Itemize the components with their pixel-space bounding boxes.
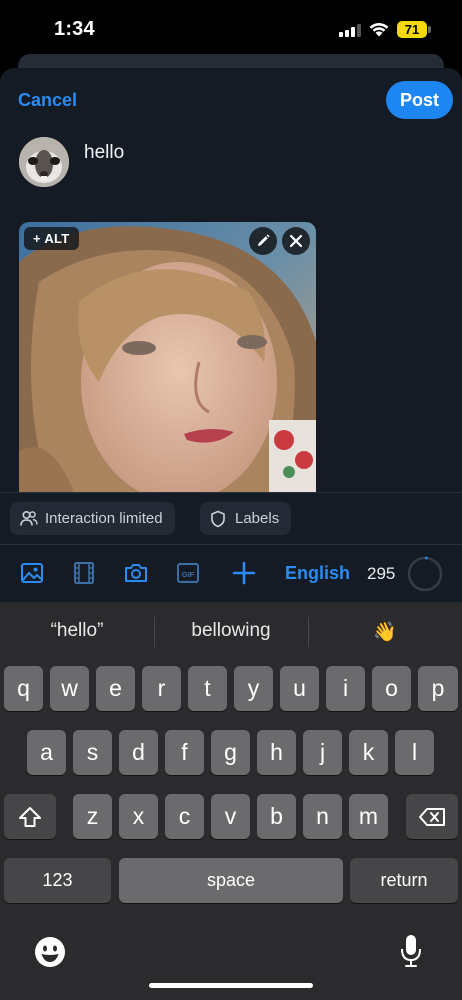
key-i[interactable]: i — [326, 666, 365, 711]
key-l[interactable]: l — [395, 730, 434, 775]
svg-text:GIF: GIF — [182, 570, 195, 579]
battery-level: 71 — [397, 21, 427, 38]
progress-ring-icon — [407, 556, 443, 592]
signal-icon — [339, 24, 361, 37]
key-m[interactable]: m — [349, 794, 388, 839]
post-text-input[interactable]: hello — [84, 142, 124, 164]
key-w[interactable]: w — [50, 666, 89, 711]
suggestion-1[interactable]: “hello” — [0, 620, 154, 642]
key-y[interactable]: y — [234, 666, 273, 711]
emoji-icon[interactable] — [34, 936, 66, 968]
key-h[interactable]: h — [257, 730, 296, 775]
add-alt-text-button[interactable]: + ALT — [24, 227, 79, 250]
backspace-icon — [419, 808, 445, 826]
key-g[interactable]: g — [211, 730, 250, 775]
key-k[interactable]: k — [349, 730, 388, 775]
key-q[interactable]: q — [4, 666, 43, 711]
status-bar: 1:34 71 — [0, 0, 462, 58]
video-icon[interactable] — [72, 561, 96, 585]
delete-key[interactable] — [406, 794, 458, 839]
avatar — [19, 137, 69, 187]
suggestion-2[interactable]: bellowing — [154, 620, 308, 642]
gif-icon[interactable]: GIF — [176, 561, 200, 585]
key-d[interactable]: d — [119, 730, 158, 775]
key-r[interactable]: r — [142, 666, 181, 711]
key-n[interactable]: n — [303, 794, 342, 839]
image-icon[interactable] — [20, 561, 44, 585]
shift-icon — [19, 807, 41, 827]
interaction-limited-button[interactable]: Interaction limited — [10, 502, 175, 535]
remove-image-button[interactable] — [282, 227, 310, 255]
camera-icon[interactable] — [124, 561, 148, 585]
status-time: 1:34 — [54, 18, 95, 40]
key-u[interactable]: u — [280, 666, 319, 711]
people-icon — [20, 510, 38, 526]
key-x[interactable]: x — [119, 794, 158, 839]
numbers-key[interactable]: 123 — [4, 858, 111, 903]
key-c[interactable]: c — [165, 794, 204, 839]
divider — [0, 492, 462, 493]
microphone-icon[interactable] — [400, 934, 422, 968]
divider — [0, 544, 462, 545]
battery-icon: 71 — [397, 21, 431, 38]
character-count: 295 — [367, 564, 396, 583]
key-j[interactable]: j — [303, 730, 342, 775]
key-f[interactable]: f — [165, 730, 204, 775]
key-a[interactable]: a — [27, 730, 66, 775]
key-e[interactable]: e — [96, 666, 135, 711]
edit-image-button[interactable] — [249, 227, 277, 255]
home-indicator — [149, 983, 313, 988]
key-t[interactable]: t — [188, 666, 227, 711]
plus-icon[interactable] — [232, 561, 256, 585]
wifi-icon — [369, 23, 389, 37]
close-icon — [289, 234, 303, 248]
suggestion-3[interactable]: 👋 — [308, 620, 462, 644]
key-o[interactable]: o — [372, 666, 411, 711]
key-p[interactable]: p — [418, 666, 458, 711]
shield-icon — [211, 510, 225, 528]
post-button[interactable]: Post — [386, 81, 453, 119]
cancel-button[interactable]: Cancel — [18, 90, 77, 111]
language-selector[interactable]: English — [285, 563, 350, 584]
interaction-limited-label: Interaction limited — [45, 510, 163, 527]
return-key[interactable]: return — [350, 858, 458, 903]
labels-button[interactable]: Labels — [200, 502, 292, 535]
key-s[interactable]: s — [73, 730, 112, 775]
attached-image[interactable] — [19, 222, 316, 492]
pencil-icon — [258, 234, 270, 246]
key-v[interactable]: v — [211, 794, 250, 839]
key-z[interactable]: z — [73, 794, 112, 839]
space-key[interactable]: space — [119, 858, 343, 903]
key-b[interactable]: b — [257, 794, 296, 839]
shift-key[interactable] — [4, 794, 56, 839]
labels-label: Labels — [235, 510, 280, 527]
